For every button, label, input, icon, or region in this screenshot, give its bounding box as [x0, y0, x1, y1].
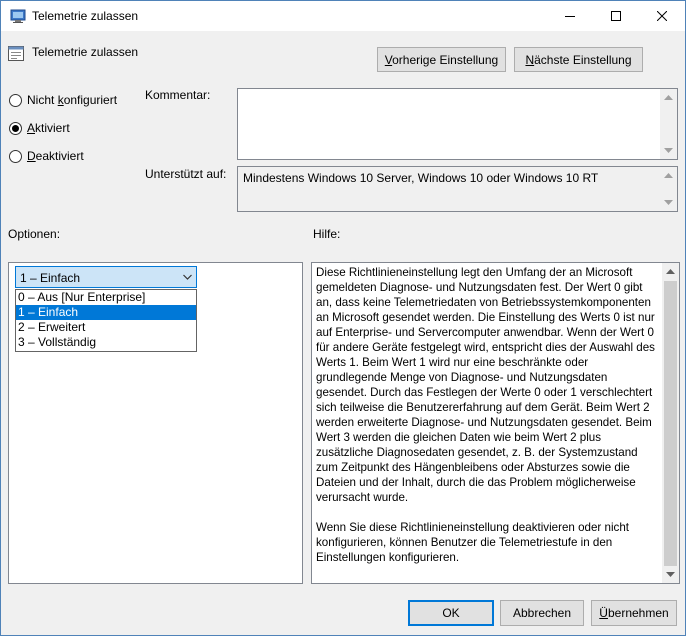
next-setting-button[interactable]: Nächste Einstellung: [514, 47, 643, 72]
supported-scrollbar[interactable]: [660, 167, 677, 211]
radio-disabled-label: Deaktiviert: [27, 149, 84, 163]
maximize-icon: [611, 11, 621, 21]
radio-enabled-dot[interactable]: [9, 121, 22, 135]
telemetry-level-value: 1 – Einfach: [20, 271, 81, 285]
setting-title: Telemetrie zulassen: [32, 45, 139, 59]
scroll-down-icon[interactable]: [660, 142, 677, 159]
help-panel: Diese Richtlinieneinstellung legt den Um…: [311, 262, 680, 584]
dropdown-option-2[interactable]: 2 – Erweitert: [16, 320, 196, 335]
policy-window-icon: [10, 8, 26, 24]
dropdown-option-3[interactable]: 3 – Vollständig: [16, 335, 196, 350]
previous-setting-label: Vorherige Einstellung: [384, 52, 499, 67]
help-scrollbar[interactable]: [662, 263, 679, 583]
chevron-down-icon[interactable]: [183, 271, 192, 286]
radio-not-configured-label: Nicht konfiguriert: [27, 93, 118, 107]
scroll-up-icon[interactable]: [660, 89, 677, 106]
close-icon: [657, 11, 667, 21]
help-text: Diese Richtlinieneinstellung legt den Um…: [316, 265, 656, 580]
maximize-button[interactable]: [593, 1, 639, 31]
telemetry-level-dropdown: 0 – Aus [Nur Enterprise] 1 – Einfach 2 –…: [15, 289, 197, 352]
radio-not-configured[interactable]: Nicht konfiguriert: [9, 93, 117, 107]
help-scroll-thumb[interactable]: [664, 281, 677, 566]
comment-textarea[interactable]: [237, 88, 678, 160]
help-label: Hilfe:: [313, 227, 341, 241]
close-button[interactable]: [639, 1, 685, 31]
apply-label: Übernehmen: [599, 606, 669, 620]
window-title: Telemetrie zulassen: [32, 9, 139, 23]
comment-scrollbar[interactable]: [660, 89, 677, 159]
dropdown-option-0[interactable]: 0 – Aus [Nur Enterprise]: [16, 290, 196, 305]
scroll-down-icon[interactable]: [660, 194, 677, 211]
supported-on-label: Unterstützt auf:: [145, 167, 227, 181]
policy-setting-icon: [8, 45, 24, 62]
radio-disabled-dot[interactable]: [9, 149, 22, 163]
options-label: Optionen:: [8, 227, 61, 241]
scroll-up-icon[interactable]: [660, 167, 677, 184]
comment-label: Kommentar:: [145, 88, 211, 102]
radio-disabled[interactable]: Deaktiviert: [9, 149, 84, 163]
supported-on-value: Mindestens Windows 10 Server, Windows 10…: [243, 171, 599, 185]
help-paragraph-1: Diese Richtlinieneinstellung legt den Um…: [316, 266, 655, 504]
ok-button[interactable]: OK: [408, 600, 494, 626]
supported-on-field: Mindestens Windows 10 Server, Windows 10…: [237, 166, 678, 212]
scroll-up-icon[interactable]: [662, 263, 679, 280]
next-setting-label: Nächste Einstellung: [525, 52, 632, 67]
title-bar[interactable]: Telemetrie zulassen: [1, 1, 685, 31]
previous-setting-button[interactable]: Vorherige Einstellung: [377, 47, 506, 72]
minimize-icon: [565, 16, 575, 17]
cancel-button[interactable]: Abbrechen: [500, 600, 584, 626]
radio-enabled[interactable]: Aktiviert: [9, 121, 70, 135]
scroll-down-icon[interactable]: [662, 566, 679, 583]
minimize-button[interactable]: [547, 1, 593, 31]
ok-label: OK: [442, 606, 460, 620]
cancel-label: Abbrechen: [512, 606, 572, 620]
help-paragraph-2: Wenn Sie diese Richtlinieneinstellung de…: [316, 521, 630, 564]
dropdown-option-1[interactable]: 1 – Einfach: [16, 305, 196, 320]
radio-not-configured-dot[interactable]: [9, 93, 22, 107]
telemetry-level-select[interactable]: 1 – Einfach: [15, 266, 197, 288]
dialog-window: Telemetrie zulassen Telemetrie zulassen …: [0, 0, 686, 636]
apply-button[interactable]: Übernehmen: [591, 600, 677, 626]
radio-enabled-label: Aktiviert: [27, 121, 70, 135]
